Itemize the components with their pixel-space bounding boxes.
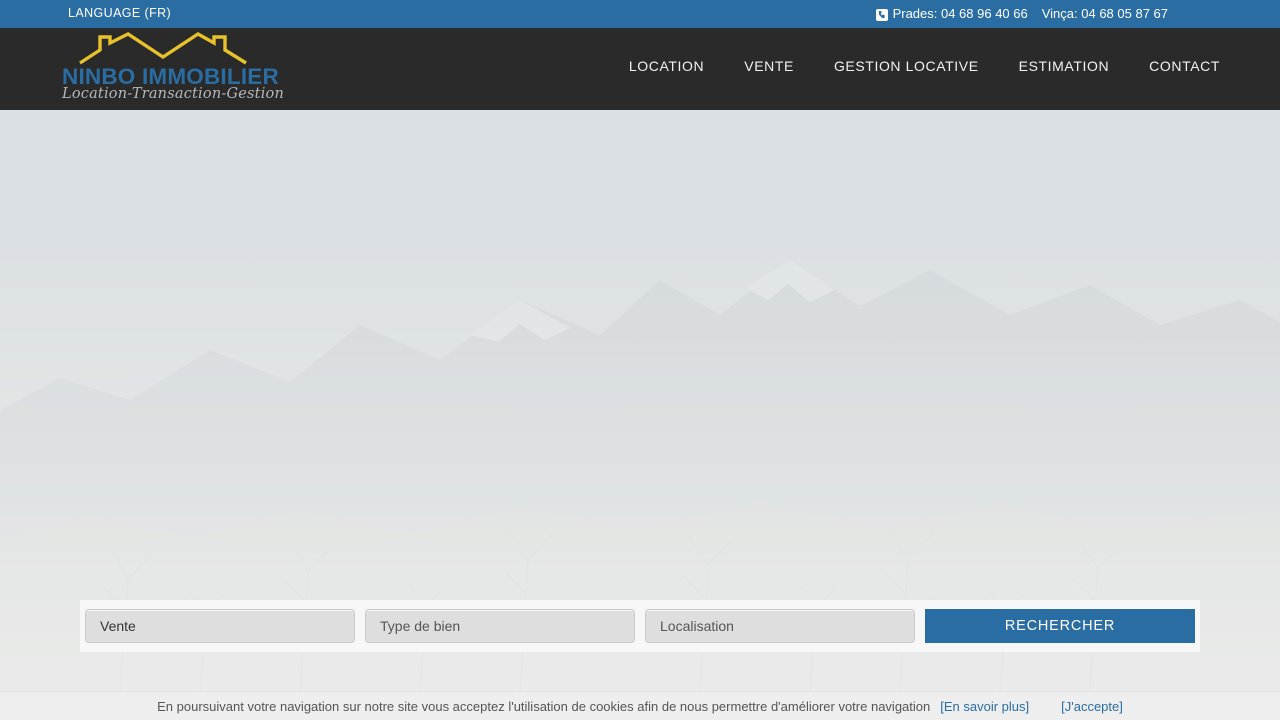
cookie-accept-link[interactable]: [J'accepte] — [1061, 699, 1123, 714]
language-selector[interactable]: LANGUAGE (FR) — [68, 6, 171, 20]
house-roofline-icon — [79, 32, 247, 65]
search-location-select[interactable]: Localisation — [645, 609, 915, 643]
site-logo[interactable]: NINBO IMMOBILIER Location-Transaction-Ge… — [62, 30, 285, 108]
search-transaction-type-select[interactable]: Vente — [85, 609, 355, 643]
nav-item-location[interactable]: LOCATION — [609, 58, 724, 74]
property-search-bar: Vente Type de bien Localisation RECHERCH… — [80, 600, 1200, 652]
top-utility-bar: LANGUAGE (FR) Prades: 04 68 96 40 66 Vin… — [0, 0, 1280, 28]
search-property-type-select[interactable]: Type de bien — [365, 609, 635, 643]
logo-tagline: Location-Transaction-Gestion — [62, 86, 285, 102]
nav-item-gestion-locative[interactable]: GESTION LOCATIVE — [814, 58, 999, 74]
phone-icon — [875, 8, 888, 21]
cookie-learn-more-link[interactable]: [En savoir plus] — [940, 699, 1029, 714]
nav-item-vente[interactable]: VENTE — [724, 58, 814, 74]
phone-number-prades[interactable]: Prades: 04 68 96 40 66 — [893, 6, 1028, 21]
contact-phone-numbers: Prades: 04 68 96 40 66 Vinça: 04 68 05 8… — [875, 6, 1168, 21]
nav-item-contact[interactable]: CONTACT — [1129, 58, 1220, 74]
phone-number-vinca[interactable]: Vinça: 04 68 05 87 67 — [1042, 6, 1168, 21]
main-navigation: LOCATION VENTE GESTION LOCATIVE ESTIMATI… — [609, 58, 1220, 74]
site-header: NINBO IMMOBILIER Location-Transaction-Ge… — [0, 28, 1280, 110]
cookie-consent-banner: En poursuivant votre navigation sur notr… — [0, 691, 1280, 720]
search-submit-button[interactable]: RECHERCHER — [925, 609, 1195, 643]
cookie-consent-message: En poursuivant votre navigation sur notr… — [157, 698, 931, 714]
nav-item-estimation[interactable]: ESTIMATION — [999, 58, 1130, 74]
